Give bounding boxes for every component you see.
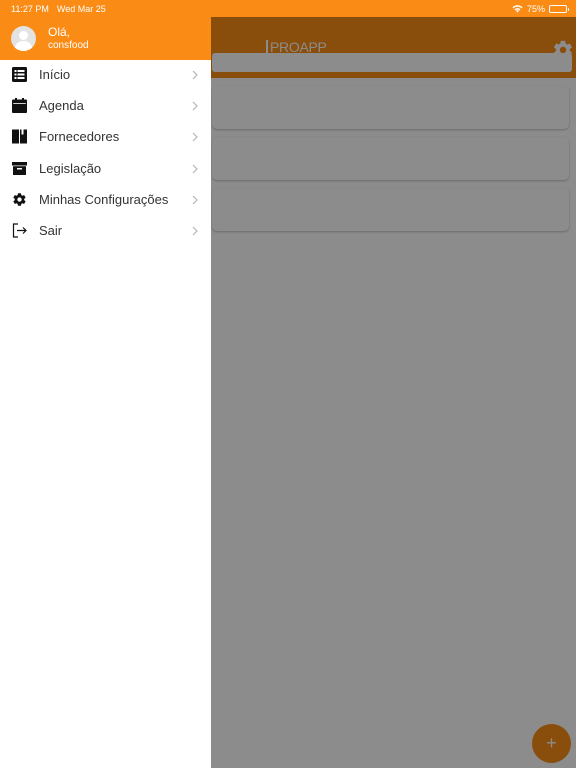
avatar[interactable] [11,26,36,51]
status-bar: 11:27 PM Wed Mar 25 75% [0,0,576,17]
menu-item-sair[interactable]: Sair [0,215,211,246]
menu-item-minhas-configuracoes[interactable]: Minhas Configurações [0,184,211,215]
battery-icon [549,4,569,13]
chevron-right-icon [192,226,198,236]
battery-percent: 75% [526,3,545,14]
chevron-right-icon [192,164,198,173]
book-icon [12,129,27,144]
list-icon [12,67,27,82]
menu-item-fornecedores[interactable]: Fornecedores [0,121,211,152]
chevron-right-icon [192,132,198,142]
chevron-right-icon [192,101,198,111]
calendar-icon [12,98,27,114]
menu-item-label: Sair [39,223,63,239]
menu-item-label: Agenda [39,98,84,114]
drawer-menu: Início Agenda Fornecedores Legislação Mi… [0,59,211,246]
status-time: 11:27 PM [11,3,49,14]
chevron-right-icon [192,70,198,80]
status-date: Wed Mar 25 [56,3,106,14]
wifi-icon [512,5,523,13]
menu-item-legislacao[interactable]: Legislação [0,153,211,184]
menu-item-label: Minhas Configurações [39,191,169,207]
chevron-right-icon [192,195,198,205]
navigation-drawer: Olá, consfood Início Agenda Fornecedores… [0,0,211,768]
menu-item-label: Início [39,67,71,83]
menu-item-label: Fornecedores [39,129,120,145]
menu-item-label: Legislação [39,160,102,176]
greeting-text: Olá, [48,25,71,39]
menu-item-agenda[interactable]: Agenda [0,90,211,121]
menu-item-inicio[interactable]: Início [0,59,211,90]
username-text: consfood [48,40,89,51]
logout-icon [12,223,27,238]
archive-icon [12,161,27,175]
drawer-header: Olá, consfood [0,17,211,60]
gear-icon [13,193,26,206]
